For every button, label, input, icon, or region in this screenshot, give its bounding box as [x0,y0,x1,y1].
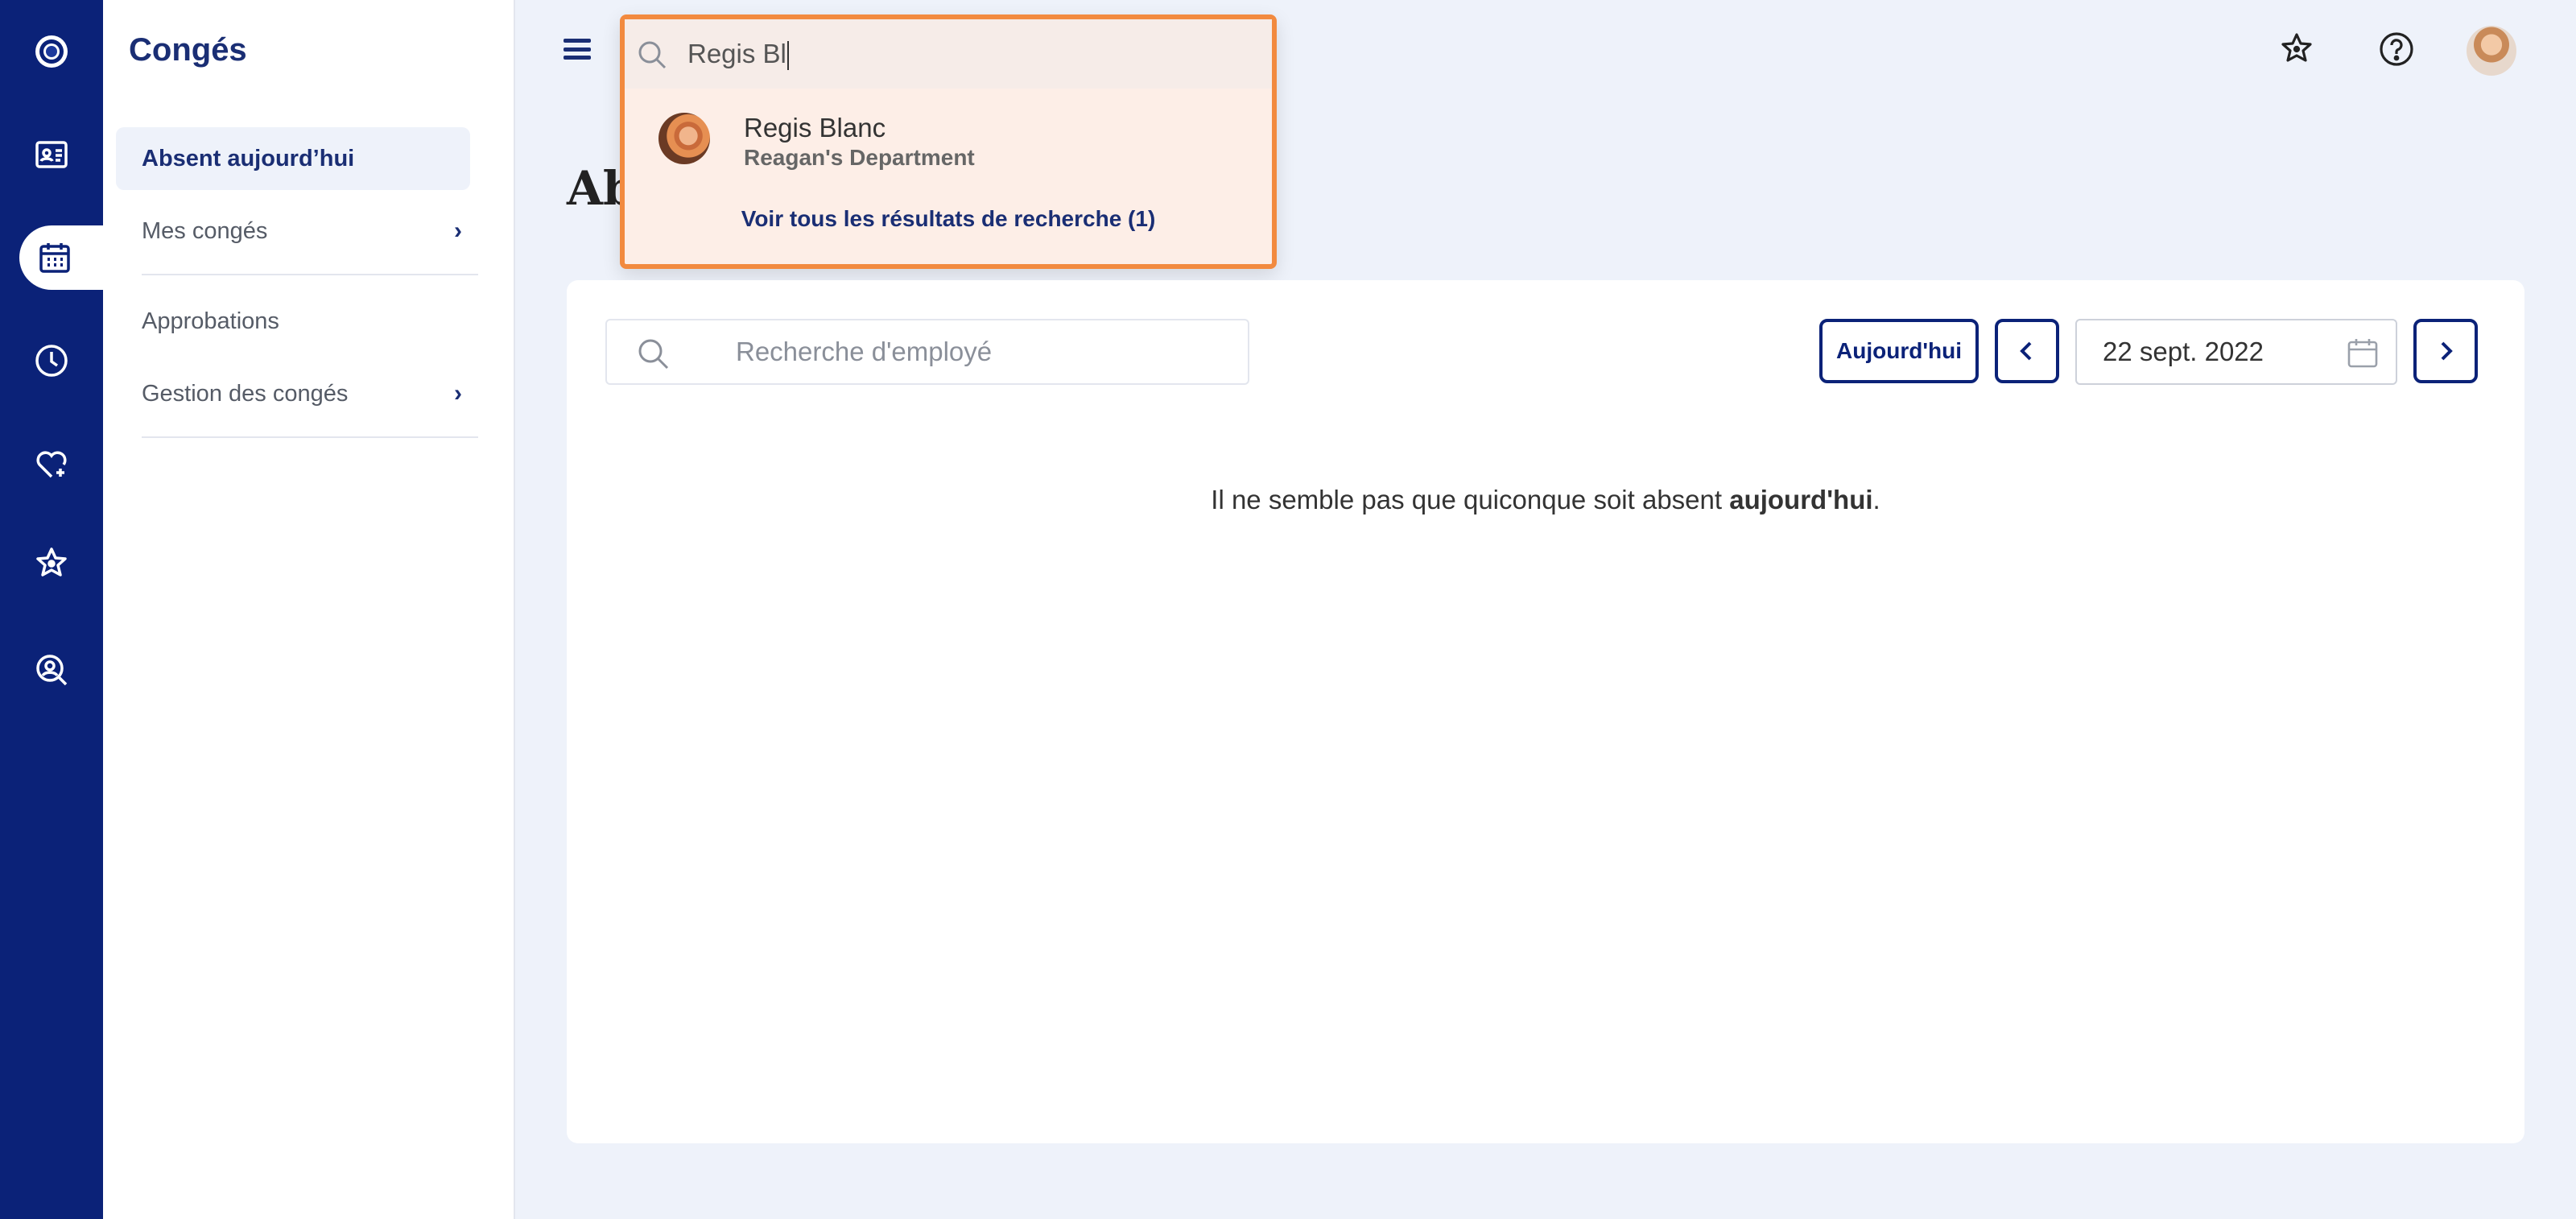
chevron-right-icon [2441,341,2453,361]
heart-plus-icon[interactable] [0,425,103,502]
search-icon [638,339,669,370]
chevron-left-icon [2020,341,2032,361]
result-name: Regis Blanc [744,113,886,143]
search-icon [638,41,667,69]
section-title: Congés [129,32,247,68]
clock-icon[interactable] [0,322,103,399]
help-icon[interactable] [2373,26,2420,72]
global-search-dropdown: Regis Bl Regis Blanc Reagan's Department… [620,14,1277,269]
calendar-icon [2347,339,2378,368]
divider [142,436,478,438]
search-result-item[interactable]: Regis Blanc Reagan's Department [625,93,1272,184]
sidebar-item-leave-management[interactable]: Gestion des congés › [116,362,477,425]
sidebar-item-label: Mes congés [142,217,268,244]
person-search-icon[interactable] [0,631,103,709]
employee-search-input[interactable]: Recherche d'employé [605,319,1249,385]
sidebar-item-label: Absent aujourd’hui [142,145,355,171]
sidebar-item-approvals[interactable]: Approbations [116,290,477,353]
sidebar-item-label: Gestion des congés [142,380,349,407]
menu-toggle-icon[interactable] [564,39,591,60]
previous-day-button[interactable] [1995,319,2059,383]
next-day-button[interactable] [2413,319,2478,383]
id-card-icon[interactable] [0,116,103,193]
logo-icon[interactable] [0,13,103,90]
chevron-right-icon: › [454,217,462,244]
result-department: Reagan's Department [744,145,975,170]
avatar [658,113,710,164]
star-badge-icon[interactable] [2273,26,2320,72]
section-sidebar: Congés Absent aujourd’hui Mes congés › A… [103,0,515,1219]
empty-state-message: Il ne semble pas que quiconque soit abse… [1211,485,1880,514]
see-all-results-link[interactable]: Voir tous les résultats de recherche (1) [625,206,1272,232]
today-button[interactable]: Aujourd'hui [1819,319,1979,383]
icon-rail [0,0,106,1219]
global-search-input[interactable]: Regis Bl [625,19,1272,89]
date-value: 22 sept. 2022 [2103,337,2264,366]
search-placeholder: Recherche d'employé [736,337,993,366]
sidebar-item-label: Approbations [142,308,279,334]
star-badge-icon[interactable] [0,525,103,602]
search-value: Regis Bl [687,39,786,68]
calendar-icon[interactable] [19,225,106,290]
divider [142,274,478,275]
chevron-right-icon: › [454,380,462,407]
sidebar-item-absent-today[interactable]: Absent aujourd’hui [116,127,470,190]
absences-card: Recherche d'employé Aujourd'hui 22 sept.… [567,280,2524,1143]
sidebar-item-my-leaves[interactable]: Mes congés › [116,200,477,262]
user-avatar[interactable] [2467,26,2516,76]
date-picker[interactable]: 22 sept. 2022 [2075,319,2397,385]
